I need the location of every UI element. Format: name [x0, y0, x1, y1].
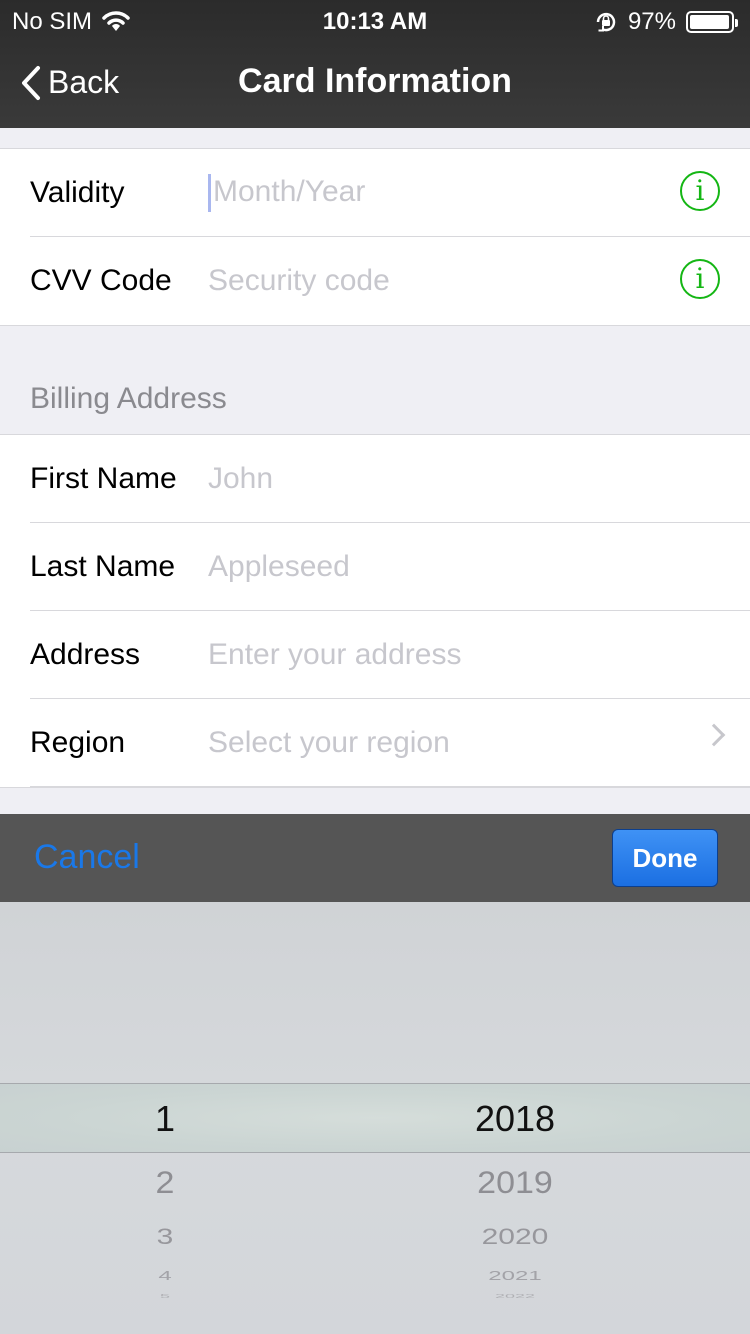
battery-percent: 97%	[627, 8, 676, 35]
first-name-label: First Name	[30, 461, 177, 495]
picker-month-option[interactable]: 4	[60, 1268, 270, 1283]
cvv-field[interactable]: Security code	[208, 264, 750, 298]
first-name-field[interactable]: John	[208, 462, 750, 496]
info-icon[interactable]: i	[680, 259, 720, 299]
last-name-label: Last Name	[30, 549, 176, 583]
date-picker[interactable]: 1 2 3 4 5 2018 2019 2020 2021 2022	[0, 902, 750, 1334]
battery-fill	[690, 15, 729, 29]
page-title: Card Information	[238, 62, 512, 100]
top-bar: No SIM 10:13 AM 97% Back Card Informatio…	[0, 0, 750, 128]
top-spacer	[0, 128, 750, 148]
picker-year-option[interactable]: 2021	[400, 1268, 630, 1283]
status-bar: No SIM 10:13 AM 97%	[0, 0, 750, 40]
month-wheel[interactable]: 1 2 3 4 5	[60, 902, 270, 1334]
battery-icon	[686, 11, 738, 33]
year-wheel[interactable]: 2018 2019 2020 2021 2022	[400, 902, 630, 1334]
text-cursor	[208, 173, 211, 212]
address-label: Address	[30, 637, 141, 671]
rotation-lock-icon	[596, 12, 616, 32]
cvv-label: CVV Code	[30, 264, 172, 297]
picker-year-option[interactable]: 2019	[400, 1166, 630, 1202]
cvv-row[interactable]: CVV Code Security code i	[30, 237, 750, 325]
region-row[interactable]: Region Select your region	[30, 699, 750, 787]
billing-group: First Name John Last Name Appleseed Addr…	[0, 434, 750, 788]
validity-row[interactable]: Validity Month/Year i	[30, 149, 750, 237]
last-name-row[interactable]: Last Name Appleseed	[30, 523, 750, 611]
picker-year-selected[interactable]: 2018	[400, 1098, 630, 1140]
last-name-field[interactable]: Appleseed	[208, 550, 750, 584]
address-field[interactable]: Enter your address	[208, 638, 750, 672]
validity-placeholder: Month/Year	[213, 174, 366, 208]
billing-header-label: Billing Address	[30, 382, 227, 415]
picker-toolbar: Cancel Done	[0, 814, 750, 902]
region-label: Region	[30, 725, 126, 759]
validity-label: Validity	[30, 175, 125, 209]
cancel-button[interactable]: Cancel	[34, 838, 140, 877]
picker-month-option[interactable]: 3	[60, 1224, 270, 1250]
done-button[interactable]: Done	[612, 829, 718, 887]
picker-year-option[interactable]: 2020	[400, 1224, 630, 1250]
card-group: Validity Month/Year i CVV Code Security …	[0, 148, 750, 326]
status-right: 97%	[594, 8, 738, 36]
picker-year-option[interactable]: 2022	[400, 1293, 630, 1299]
form-content: Validity Month/Year i CVV Code Security …	[0, 128, 750, 814]
region-field[interactable]: Select your region	[208, 726, 750, 760]
picker-month-option[interactable]: 2	[60, 1166, 270, 1202]
picker-month-option[interactable]: 5	[60, 1293, 270, 1299]
validity-field[interactable]: Month/Year	[208, 173, 750, 212]
info-icon[interactable]: i	[680, 171, 720, 211]
picker-month-selected[interactable]: 1	[60, 1098, 270, 1140]
first-name-row[interactable]: First Name John	[30, 435, 750, 523]
billing-section-header: Billing Address	[0, 326, 750, 434]
navigation-bar: Back Card Information	[0, 40, 750, 128]
address-row[interactable]: Address Enter your address	[30, 611, 750, 699]
